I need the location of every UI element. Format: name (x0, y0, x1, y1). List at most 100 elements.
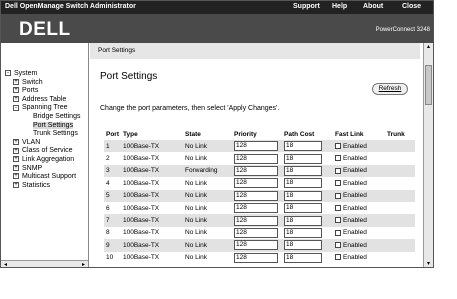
tree-item-label[interactable]: Trunk Settings (33, 130, 78, 137)
fast-link-label: Enabled (343, 229, 367, 237)
port-number: 4 (104, 177, 121, 190)
menu-support[interactable]: Support (293, 3, 320, 10)
path-cost-input[interactable]: 18 (284, 178, 322, 189)
table-row: 9 100Base-TX No Link 128 18 Enabled (104, 239, 415, 252)
tree-item-label[interactable]: Ports (22, 87, 38, 94)
tree-item[interactable]: + Address Table (5, 96, 80, 105)
priority-input[interactable]: 128 (234, 227, 278, 238)
tree-item[interactable]: + Class of Service (5, 147, 80, 156)
expand-icon[interactable]: + (13, 164, 19, 171)
priority-input[interactable]: 128 (234, 203, 278, 214)
tree-item-label[interactable]: Address Table (22, 96, 66, 103)
scroll-up-icon[interactable]: ▴ (425, 44, 432, 51)
path-cost-input[interactable]: 18 (284, 153, 322, 164)
col-state: State (185, 131, 201, 138)
expand-icon[interactable]: + (13, 156, 19, 163)
priority-input[interactable]: 128 (234, 252, 278, 263)
table-row: 4 100Base-TX No Link 128 18 Enabled (104, 177, 415, 190)
refresh-button[interactable]: Refresh (372, 83, 408, 95)
tree-item-label[interactable]: Switch (22, 79, 43, 86)
fast-link-checkbox[interactable] (335, 242, 341, 249)
fast-link-checkbox[interactable] (335, 142, 341, 149)
tree-item[interactable]: - Spanning Tree (5, 104, 80, 113)
navigation-pane: - System + Switch + Ports + Address Table - Spann… (1, 43, 89, 267)
table-row: 6 100Base-TX No Link 128 18 Enabled (104, 201, 415, 215)
port-state: No Link (183, 201, 232, 215)
menu-help[interactable]: Help (332, 3, 347, 10)
tree-item-label[interactable]: System (14, 70, 37, 77)
scroll-right-icon[interactable]: ▸ (80, 262, 87, 267)
fast-link-checkbox[interactable] (335, 229, 341, 236)
expand-icon[interactable]: + (13, 147, 19, 154)
tree-item[interactable]: + SNMP (5, 165, 80, 174)
fast-link-checkbox[interactable] (335, 217, 341, 224)
path-cost-input[interactable]: 18 (284, 227, 322, 238)
tree-item[interactable]: Bridge Settings (5, 113, 80, 122)
navigation-tree: - System + Switch + Ports + Address Table - Spann… (5, 70, 80, 190)
path-cost-input[interactable]: 18 (284, 190, 322, 201)
priority-input[interactable]: 128 (234, 165, 278, 176)
tree-item[interactable]: + VLAN (5, 139, 80, 148)
trunk-cell (385, 189, 415, 202)
content-vertical-scrollbar[interactable]: ▴ ▾ (423, 43, 433, 267)
expand-icon[interactable]: + (13, 173, 19, 180)
tree-item-label[interactable]: Bridge Settings (33, 113, 80, 120)
priority-input[interactable]: 128 (234, 153, 278, 164)
scroll-down-icon[interactable]: ▾ (425, 261, 432, 267)
expand-icon[interactable]: + (13, 138, 19, 145)
tree-item[interactable]: + Ports (5, 87, 80, 96)
expand-icon[interactable]: + (13, 95, 19, 102)
expand-icon[interactable]: + (13, 78, 19, 85)
path-cost-input[interactable]: 18 (284, 141, 322, 152)
scrollbar-thumb[interactable] (425, 65, 432, 105)
priority-input[interactable]: 128 (234, 141, 278, 152)
fast-link-checkbox[interactable] (335, 180, 341, 187)
path-cost-input[interactable]: 18 (284, 165, 322, 176)
scroll-left-icon[interactable]: ◂ (2, 262, 9, 267)
path-cost-input[interactable]: 18 (284, 215, 322, 226)
tree-item-label[interactable]: Multicast Support (22, 173, 76, 180)
tree-item[interactable]: + Statistics (5, 182, 80, 191)
app-title: Dell OpenManage Switch Administrator (5, 3, 136, 10)
tree-item[interactable]: + Multicast Support (5, 173, 80, 182)
tree-item-label[interactable]: Statistics (22, 182, 50, 189)
priority-input[interactable]: 128 (234, 215, 278, 226)
tree-item-label[interactable]: Port Settings (33, 121, 74, 129)
tree-item-label[interactable]: VLAN (22, 139, 40, 146)
collapse-icon[interactable]: - (5, 70, 11, 77)
collapse-icon[interactable]: - (13, 104, 19, 111)
port-type: 100Base-TX (121, 226, 183, 240)
fast-link-checkbox[interactable] (335, 155, 341, 162)
priority-input[interactable]: 128 (234, 178, 278, 189)
port-settings-table: Port Type State Priority Path Cost Fast … (104, 129, 415, 264)
port-number: 5 (104, 189, 121, 202)
tree-item[interactable]: Trunk Settings (5, 130, 80, 139)
menu-about[interactable]: About (363, 3, 383, 10)
tree-item[interactable]: - System (5, 70, 80, 79)
fast-link-checkbox[interactable] (335, 192, 341, 199)
fast-link-checkbox[interactable] (335, 204, 341, 211)
tree-item-label[interactable]: Class of Service (22, 147, 73, 154)
tree-item[interactable]: + Link Aggregation (5, 156, 80, 165)
tree-item-label[interactable]: Link Aggregation (22, 156, 74, 163)
priority-input[interactable]: 128 (234, 190, 278, 201)
nav-horizontal-scrollbar[interactable]: ◂ ▸ (1, 260, 88, 267)
path-cost-input[interactable]: 18 (284, 203, 322, 214)
path-cost-input[interactable]: 18 (284, 240, 322, 251)
priority-input[interactable]: 128 (234, 240, 278, 251)
port-type: 100Base-TX (121, 189, 183, 202)
table-row: 7 100Base-TX No Link 128 18 Enabled (104, 214, 415, 227)
tree-item[interactable]: Port Settings (5, 121, 80, 131)
expand-icon[interactable]: + (13, 87, 19, 94)
breadcrumb-label: Port Settings (98, 47, 136, 54)
path-cost-input[interactable]: 18 (284, 252, 322, 263)
tree-item[interactable]: + Switch (5, 79, 80, 88)
table-row: 3 100Base-TX Forwarding 128 18 Enabled (104, 164, 415, 178)
col-priority: Priority (234, 131, 257, 138)
fast-link-checkbox[interactable] (335, 254, 341, 261)
tree-item-label[interactable]: Spanning Tree (22, 104, 68, 111)
tree-item-label[interactable]: SNMP (22, 165, 42, 172)
menu-close[interactable]: Close (402, 3, 421, 10)
expand-icon[interactable]: + (13, 181, 19, 188)
fast-link-checkbox[interactable] (335, 167, 341, 174)
